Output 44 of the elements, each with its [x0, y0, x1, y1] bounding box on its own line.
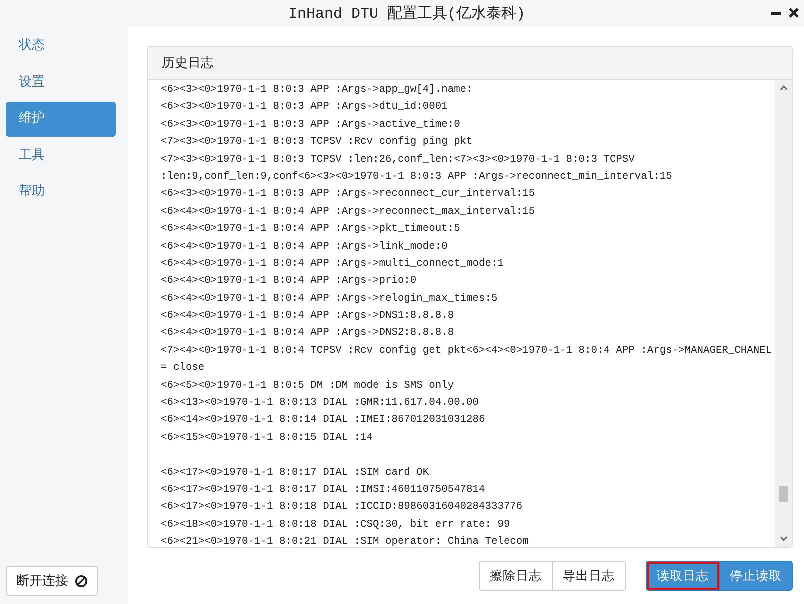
scroll-down-icon[interactable]: [780, 536, 788, 542]
log-line: <6><4><0>1970-1-1 8:0:4 APP :Args->DNS1:8.8.8.8: [161, 309, 456, 324]
close-icon[interactable]: [788, 7, 800, 19]
log-button[interactable]: 读取日志: [646, 561, 720, 591]
log-line: :len:9,conf_len:9,conf<6><3><0>1970-1-1 8:0:3 APP :Args->reconnect_min_interval:15: [161, 170, 674, 185]
log-button[interactable]: 擦除日志: [479, 561, 553, 591]
log-button[interactable]: 导出日志: [552, 561, 626, 591]
log-line: <6><4><0>1970-1-1 8:0:4 APP :Args->reconnect_max_interval:15: [161, 204, 536, 220]
log-line: <6><4><0>1970-1-1 8:0:4 APP :Args->pkt_timeout:5: [161, 222, 462, 238]
log-line: <6><4><0>1970-1-1 8:0:4 APP :Args->link_mode:0: [161, 240, 449, 255]
sidebar-item[interactable]: 维护: [6, 102, 116, 136]
disconnect-button[interactable]: 断开连接: [6, 566, 98, 596]
log-line: <6><5><0>1970-1-1 8:0:5 DM :DM mode is SMS only: [161, 378, 456, 394]
scroll-up-icon[interactable]: [780, 85, 788, 91]
log-line: <6><17><0>1970-1-1 8:0:18 DIAL :ICCID:89860316040284333776: [161, 500, 524, 516]
log-line: <6><17><0>1970-1-1 8:0:17 DIAL :IMSI:460110750547814: [161, 482, 486, 498]
log-line: <6><4><0>1970-1-1 8:0:4 APP :Args->relogin_max_times:5: [161, 292, 499, 307]
panel-title: 历史日志: [162, 55, 214, 72]
log-line: <7><3><0>1970-1-1 8:0:3 TCPSV :Rcv config ping pkt: [161, 135, 474, 150]
prohibited-icon: [74, 574, 88, 588]
window-title: InHand DTU 配置工具(亿水泰科): [288, 4, 526, 23]
log-line: <6><3><0>1970-1-1 8:0:3 APP :Args->active_time:0: [161, 118, 462, 133]
log-line: <6><3><0>1970-1-1 8:0:3 APP :Args->dtu_id:0001: [161, 100, 449, 116]
log-button[interactable]: 停止读取: [719, 561, 793, 591]
sidebar-item[interactable]: 帮助: [6, 175, 116, 210]
log-line: <6><4><0>1970-1-1 8:0:4 APP :Args->multi_connect_mode:1: [161, 256, 505, 272]
log-line: <7><3><0>1970-1-1 8:0:3 TCPSV :len:26,conf_len:<7><3><0>1970-1-1 8:0:3 TCPSV: [161, 152, 636, 168]
scroll-thumb[interactable]: [779, 486, 788, 502]
log-line: <6><3><0>1970-1-1 8:0:3 APP :Args->reconnect_cur_interval:15: [161, 187, 536, 202]
log-line: <6><4><0>1970-1-1 8:0:4 APP :Args->DNS2:8.8.8.8: [161, 326, 456, 342]
sidebar-item[interactable]: 工具: [6, 138, 116, 173]
log-line: <6><15><0>1970-1-1 8:0:15 DIAL :14: [161, 430, 374, 446]
log-line: <7><4><0>1970-1-1 8:0:4 TCPSV :Rcv config get pkt<6><4><0>1970-1-1 8:0:4 APP :Args->MANAGER_CHANEL: [161, 344, 774, 359]
log-line: <6><21><0>1970-1-1 8:0:21 DIAL :SIM operator: China Telecom: [161, 535, 530, 547]
log-line: = close: [161, 361, 206, 376]
log-line: <6><18><0>1970-1-1 8:0:18 DIAL :CSQ:30, bit err rate: 99: [161, 518, 512, 533]
log-line: <6><14><0>1970-1-1 8:0:14 DIAL :IMEI:867012031031286: [161, 413, 486, 428]
log-line: <6><13><0>1970-1-1 8:0:13 DIAL :GMR:11.617.04.00.00: [161, 396, 480, 412]
log-line: <6><4><0>1970-1-1 8:0:4 APP :Args->prio:0: [161, 274, 418, 290]
log-line: <6><17><0>1970-1-1 8:0:17 DIAL :SIM card OK: [161, 466, 430, 481]
sidebar-item[interactable]: 状态: [6, 29, 116, 64]
scrollbar[interactable]: [775, 80, 792, 547]
log-line: <6><3><0>1970-1-1 8:0:3 APP :Args->app_gw[4].name:: [161, 83, 474, 98]
sidebar-item[interactable]: 设置: [6, 66, 116, 100]
